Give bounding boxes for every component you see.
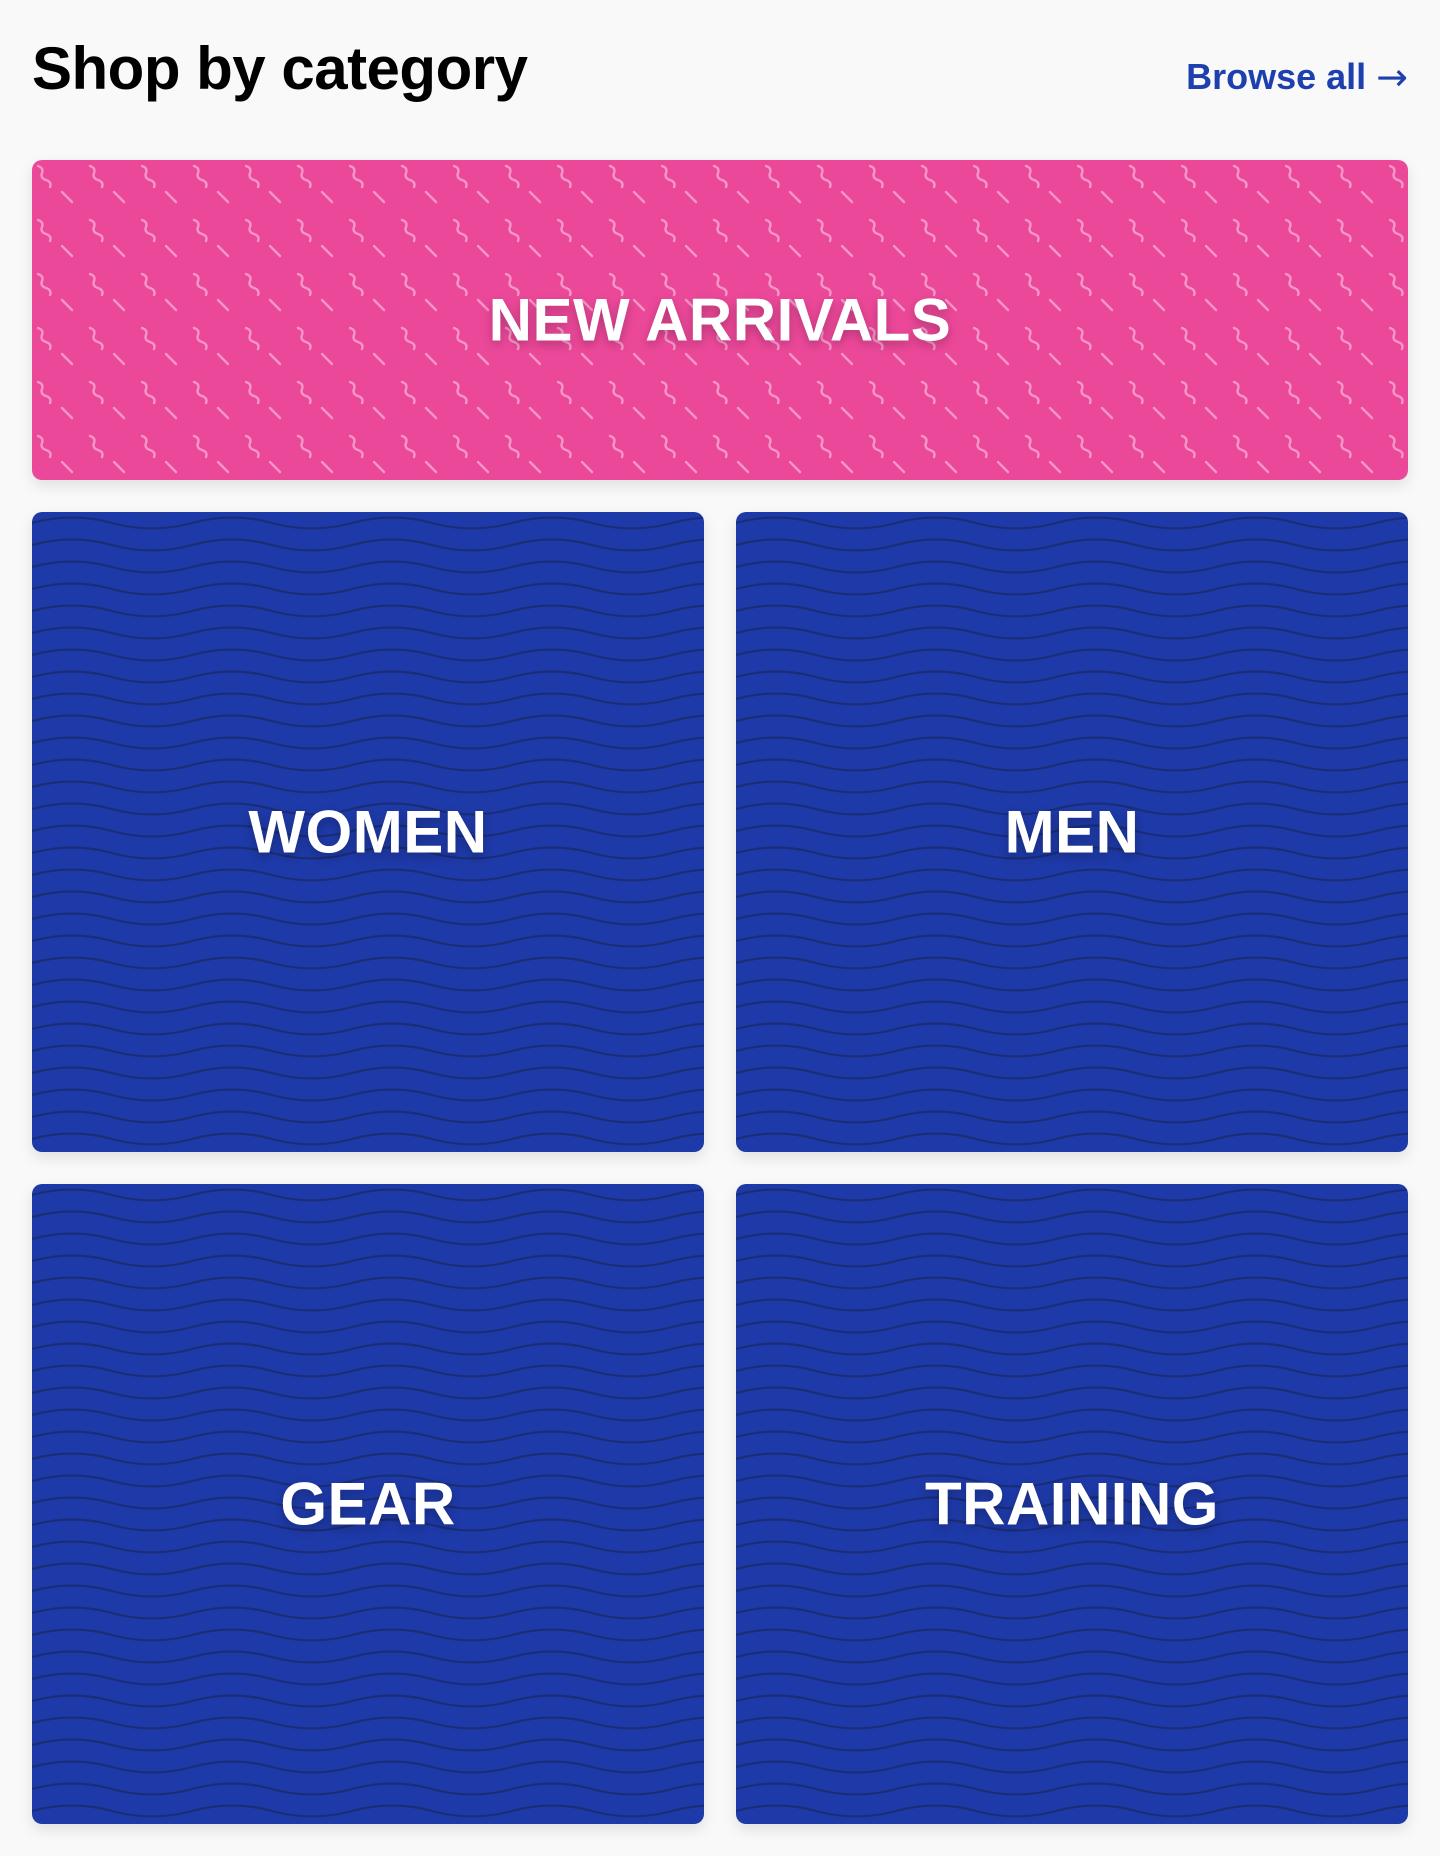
category-label-training: TRAINING [925,1470,1219,1538]
category-tile-women[interactable]: WOMEN [32,512,704,1152]
category-section: Shop by category Browse all → NEW ARRIVA… [32,0,1408,1824]
category-tile-men[interactable]: MEN [736,512,1408,1152]
browse-all-link[interactable]: Browse all → [1186,54,1408,100]
browse-all-label: Browse all [1186,56,1367,97]
page-title: Shop by category [32,35,528,102]
category-label-women: WOMEN [248,798,488,866]
category-label-gear: GEAR [280,1470,456,1538]
category-tile-new-arrivals[interactable]: NEW ARRIVALS [32,160,1408,480]
section-header: Shop by category Browse all → [32,0,1408,160]
category-tile-training[interactable]: TRAINING [736,1184,1408,1824]
category-label-new-arrivals: NEW ARRIVALS [488,286,952,354]
category-label-men: MEN [1004,798,1140,866]
arrow-right-icon: → [1376,55,1408,99]
category-tile-gear[interactable]: GEAR [32,1184,704,1824]
